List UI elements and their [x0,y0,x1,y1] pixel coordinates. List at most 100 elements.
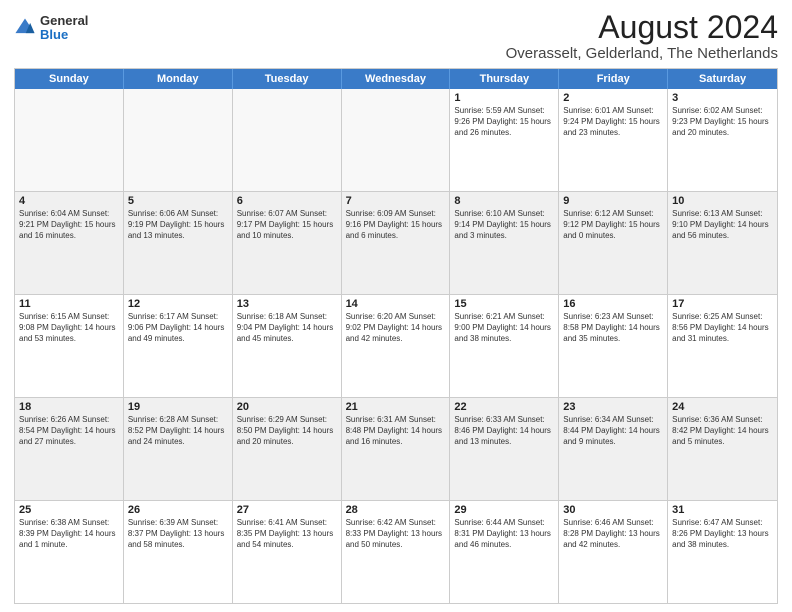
calendar-row: 18Sunrise: 6:26 AM Sunset: 8:54 PM Dayli… [15,398,777,501]
day-number: 31 [672,504,773,516]
calendar-cell: 18Sunrise: 6:26 AM Sunset: 8:54 PM Dayli… [15,398,124,500]
cell-text: Sunrise: 6:04 AM Sunset: 9:21 PM Dayligh… [19,209,119,241]
day-number: 29 [454,504,554,516]
calendar-cell: 20 Sunrise: 6:29 AM Sunset: 8:50 PM Dayli… [233,398,342,500]
cell-text: Sunrise: 6:13 AM Sunset: 9:10 PM Dayligh… [672,209,773,241]
day-number: 8 [454,195,554,207]
calendar-cell: 13 Sunrise: 6:18 AM Sunset: 9:04 PM Dayli… [233,295,342,397]
calendar-cell: 28 Sunrise: 6:42 AM Sunset: 8:33 PM Dayli… [342,501,451,603]
cell-text: Sunrise: 6:39 AM Sunset: 8:37 PM Dayligh… [128,518,228,550]
title-block: August 2024 Overasselt, Gelderland, The … [506,10,778,62]
cell-text: Sunrise: 6:47 AM Sunset: 8:26 PM Dayligh… [672,518,773,550]
day-number: 5 [128,195,228,207]
cell-text: Sunrise: 6:31 AM Sunset: 8:48 PM Dayligh… [346,415,446,447]
cell-text: Sunrise: 6:38 AM Sunset: 8:39 PM Dayligh… [19,518,119,550]
calendar-header: SundayMondayTuesdayWednesdayThursdayFrid… [15,69,777,89]
cell-text: Sunrise: 6:09 AM Sunset: 9:16 PM Dayligh… [346,209,446,241]
calendar-cell: 26 Sunrise: 6:39 AM Sunset: 8:37 PM Dayli… [124,501,233,603]
calendar-cell: 5 Sunrise: 6:06 AM Sunset: 9:19 PM Daylig… [124,192,233,294]
calendar-header-cell: Sunday [15,69,124,89]
logo-line1: General [40,14,88,28]
day-number: 25 [19,504,119,516]
cell-text: Sunrise: 6:25 AM Sunset: 8:56 PM Dayligh… [672,312,773,344]
calendar-row: 4Sunrise: 6:04 AM Sunset: 9:21 PM Daylig… [15,192,777,295]
calendar-header-cell: Saturday [668,69,777,89]
cell-text: Sunrise: 6:21 AM Sunset: 9:00 PM Dayligh… [454,312,554,344]
cell-text: Sunrise: 6:15 AM Sunset: 9:08 PM Dayligh… [19,312,119,344]
calendar-row: 1Sunrise: 5:59 AM Sunset: 9:26 PM Daylig… [15,89,777,192]
calendar-cell: 21 Sunrise: 6:31 AM Sunset: 8:48 PM Dayli… [342,398,451,500]
day-number: 22 [454,401,554,413]
day-number: 23 [563,401,663,413]
calendar-cell: 23 Sunrise: 6:34 AM Sunset: 8:44 PM Dayli… [559,398,668,500]
calendar-cell: 22 Sunrise: 6:33 AM Sunset: 8:46 PM Dayli… [450,398,559,500]
cell-text: Sunrise: 6:10 AM Sunset: 9:14 PM Dayligh… [454,209,554,241]
logo-icon [14,17,36,39]
day-number: 20 [237,401,337,413]
cell-text: Sunrise: 6:36 AM Sunset: 8:42 PM Dayligh… [672,415,773,447]
cell-text: Sunrise: 6:26 AM Sunset: 8:54 PM Dayligh… [19,415,119,447]
cell-text: Sunrise: 6:42 AM Sunset: 8:33 PM Dayligh… [346,518,446,550]
cell-text: Sunrise: 6:07 AM Sunset: 9:17 PM Dayligh… [237,209,337,241]
calendar-cell: 2 Sunrise: 6:01 AM Sunset: 9:24 PM Daylig… [559,89,668,191]
day-number: 30 [563,504,663,516]
calendar-cell: 14Sunrise: 6:20 AM Sunset: 9:02 PM Dayli… [342,295,451,397]
main-title: August 2024 [506,10,778,45]
calendar-cell: 27Sunrise: 6:41 AM Sunset: 8:35 PM Dayli… [233,501,342,603]
cell-text: Sunrise: 6:18 AM Sunset: 9:04 PM Dayligh… [237,312,337,344]
calendar-cell: 9 Sunrise: 6:12 AM Sunset: 9:12 PM Daylig… [559,192,668,294]
cell-text: Sunrise: 6:34 AM Sunset: 8:44 PM Dayligh… [563,415,663,447]
cell-text: Sunrise: 6:44 AM Sunset: 8:31 PM Dayligh… [454,518,554,550]
calendar-cell: 8 Sunrise: 6:10 AM Sunset: 9:14 PM Daylig… [450,192,559,294]
day-number: 26 [128,504,228,516]
calendar-cell: 12 Sunrise: 6:17 AM Sunset: 9:06 PM Dayli… [124,295,233,397]
day-number: 11 [19,298,119,310]
cell-text: Sunrise: 6:33 AM Sunset: 8:46 PM Dayligh… [454,415,554,447]
day-number: 28 [346,504,446,516]
calendar-cell: 11 Sunrise: 6:15 AM Sunset: 9:08 PM Dayli… [15,295,124,397]
subtitle: Overasselt, Gelderland, The Netherlands [506,45,778,62]
calendar-header-cell: Thursday [450,69,559,89]
calendar-header-cell: Tuesday [233,69,342,89]
cell-text: Sunrise: 6:02 AM Sunset: 9:23 PM Dayligh… [672,106,773,138]
day-number: 9 [563,195,663,207]
calendar-cell: 16Sunrise: 6:23 AM Sunset: 8:58 PM Dayli… [559,295,668,397]
day-number: 21 [346,401,446,413]
calendar-cell: 10Sunrise: 6:13 AM Sunset: 9:10 PM Dayli… [668,192,777,294]
day-number: 7 [346,195,446,207]
calendar-cell: 1Sunrise: 5:59 AM Sunset: 9:26 PM Daylig… [450,89,559,191]
calendar: SundayMondayTuesdayWednesdayThursdayFrid… [14,68,778,604]
cell-text: Sunrise: 6:17 AM Sunset: 9:06 PM Dayligh… [128,312,228,344]
day-number: 1 [454,92,554,104]
cell-text: Sunrise: 6:41 AM Sunset: 8:35 PM Dayligh… [237,518,337,550]
cell-text: Sunrise: 6:12 AM Sunset: 9:12 PM Dayligh… [563,209,663,241]
calendar-cell: 29 Sunrise: 6:44 AM Sunset: 8:31 PM Dayli… [450,501,559,603]
day-number: 2 [563,92,663,104]
calendar-cell: 7 Sunrise: 6:09 AM Sunset: 9:16 PM Daylig… [342,192,451,294]
cell-text: Sunrise: 6:29 AM Sunset: 8:50 PM Dayligh… [237,415,337,447]
calendar-cell: 31 Sunrise: 6:47 AM Sunset: 8:26 PM Dayli… [668,501,777,603]
calendar-cell: 25 Sunrise: 6:38 AM Sunset: 8:39 PM Dayli… [15,501,124,603]
calendar-body: 1Sunrise: 5:59 AM Sunset: 9:26 PM Daylig… [15,89,777,603]
day-number: 13 [237,298,337,310]
header: General Blue August 2024 Overasselt, Gel… [14,10,778,62]
calendar-cell: 4Sunrise: 6:04 AM Sunset: 9:21 PM Daylig… [15,192,124,294]
page: General Blue August 2024 Overasselt, Gel… [0,0,792,612]
day-number: 15 [454,298,554,310]
day-number: 24 [672,401,773,413]
cell-text: Sunrise: 6:06 AM Sunset: 9:19 PM Dayligh… [128,209,228,241]
cell-text: Sunrise: 6:01 AM Sunset: 9:24 PM Dayligh… [563,106,663,138]
logo-text: General Blue [40,14,88,43]
calendar-cell [342,89,451,191]
day-number: 17 [672,298,773,310]
calendar-header-cell: Wednesday [342,69,451,89]
cell-text: Sunrise: 6:28 AM Sunset: 8:52 PM Dayligh… [128,415,228,447]
logo-line2: Blue [40,28,88,42]
calendar-row: 25 Sunrise: 6:38 AM Sunset: 8:39 PM Dayli… [15,501,777,603]
cell-text: Sunrise: 6:46 AM Sunset: 8:28 PM Dayligh… [563,518,663,550]
day-number: 3 [672,92,773,104]
calendar-row: 11 Sunrise: 6:15 AM Sunset: 9:08 PM Dayli… [15,295,777,398]
day-number: 12 [128,298,228,310]
calendar-cell [233,89,342,191]
calendar-cell: 30 Sunrise: 6:46 AM Sunset: 8:28 PM Dayli… [559,501,668,603]
